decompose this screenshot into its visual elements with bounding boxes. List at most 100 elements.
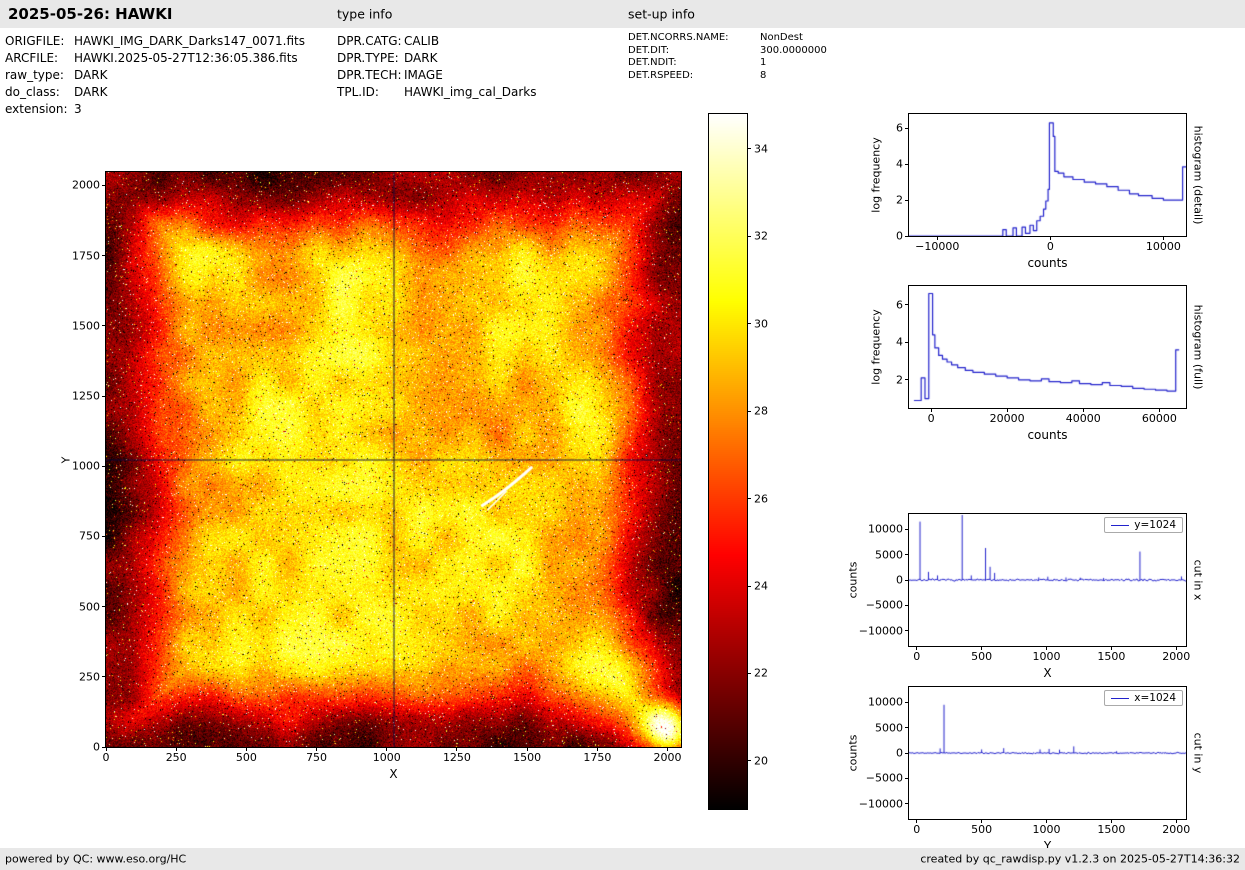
x-tick-label: 500 <box>971 823 993 836</box>
det-ndit-label: DET.NDIT: <box>628 57 677 68</box>
y-tick-mark <box>905 803 909 805</box>
legend-line-sample <box>1111 524 1130 526</box>
y-tick-mark <box>905 579 909 581</box>
dpr-type-value: DARK <box>404 51 438 65</box>
det-dit-value: 300.0000000 <box>760 44 827 56</box>
legend-line-sample <box>1111 697 1130 699</box>
plot-canvas <box>909 687 1186 819</box>
y-axis-label: log frequency <box>869 137 883 213</box>
plot-canvas <box>909 114 1186 236</box>
y-tick-mark <box>905 163 909 165</box>
x-tick-label: 1000 <box>1032 823 1061 836</box>
plot-canvas <box>709 114 747 809</box>
x-tick-label: 20000 <box>989 412 1025 425</box>
tpl-id-value: HAWKI_img_cal_Darks <box>404 85 537 99</box>
y-tick-mark <box>905 528 909 530</box>
x-tick-label: 1000 <box>372 751 401 764</box>
colorbar-tick-mark <box>747 323 751 325</box>
x-tick-label: 2000 <box>1162 650 1191 663</box>
x-tick-label: 0 <box>102 751 110 764</box>
y-tick-mark <box>905 630 909 632</box>
x-axis-label: counts <box>1027 428 1068 442</box>
x-tick-label: 500 <box>971 650 993 663</box>
y-tick-mark <box>905 604 909 606</box>
y-tick-mark <box>102 325 106 327</box>
colorbar: 20 22 24 26 28 30 32 34 <box>708 113 768 810</box>
colorbar-tick-label: 20 <box>754 754 768 768</box>
y-tick-label: 0 <box>896 573 903 587</box>
det-ncorrs-value: NonDest <box>760 32 803 43</box>
det-rspeed-value: 8 <box>760 69 767 81</box>
y-tick-mark <box>102 184 106 186</box>
type-info-heading: type info <box>337 6 393 22</box>
det-ndit-value: 1 <box>760 57 767 68</box>
y-tick-label: 2 <box>896 373 903 387</box>
x-tick-label: 2000 <box>653 751 682 764</box>
x-axis-label: counts <box>1027 256 1068 270</box>
y-tick-label: 2 <box>896 193 903 207</box>
y-tick-mark <box>102 535 106 537</box>
origfile-value: HAWKI_IMG_DARK_Darks147_0071.fits <box>74 34 305 48</box>
x-tick-label: 60000 <box>1141 412 1177 425</box>
qc-report-page: 2025-05-26: HAWKI type info set-up info … <box>0 0 1245 870</box>
y-tick-mark <box>905 554 909 556</box>
plot-canvas <box>909 514 1186 646</box>
y-tick-mark <box>905 304 909 306</box>
y-tick-label: 0 <box>896 229 903 243</box>
y-tick-mark <box>102 606 106 608</box>
colorbar-tick-mark <box>747 235 751 237</box>
y-tick-mark <box>905 127 909 129</box>
cut-in-y-plot: 0 500 1000 1500 2000 −10000 −5000 0 5000 10000 Yco… <box>847 686 1205 853</box>
det-rspeed-label: DET.RSPEED: <box>628 69 694 81</box>
y-tick-label: 0 <box>896 746 903 760</box>
x-tick-label: 10000 <box>1145 240 1181 253</box>
y-tick-mark <box>905 341 909 343</box>
arcfile-value: HAWKI.2025-05-27T12:36:05.386.fits <box>74 51 298 65</box>
right-axis-label: cut in y <box>1191 732 1205 774</box>
y-tick-label: −5000 <box>865 598 903 612</box>
y-axis-label: counts <box>846 561 860 599</box>
legend-box: y=1024 <box>1104 517 1183 533</box>
colorbar-tick-mark <box>747 148 751 150</box>
extension-label: extension: <box>5 102 68 116</box>
x-axis-label: X <box>1043 666 1052 680</box>
colorbar-tick-mark <box>747 498 751 500</box>
colorbar-tick-mark <box>747 410 751 412</box>
legend-box: x=1024 <box>1104 690 1183 706</box>
x-tick-label: −10000 <box>915 240 960 253</box>
right-axis-label: histogram (full) <box>1191 304 1205 390</box>
y-tick-label: 0 <box>93 740 100 754</box>
x-tick-label: 0 <box>927 412 935 425</box>
y-tick-label: 750 <box>79 529 100 543</box>
y-tick-mark <box>102 395 106 397</box>
y-tick-label: 6 <box>896 298 903 312</box>
colorbar-tick-mark <box>747 585 751 587</box>
x-tick-label: 1750 <box>583 751 612 764</box>
raw-type-value: DARK <box>74 68 108 82</box>
y-tick-mark <box>102 255 106 257</box>
header-bar: 2025-05-26: HAWKI type info set-up info <box>0 0 1245 28</box>
colorbar-tick-label: 30 <box>754 317 768 331</box>
y-axis-label: counts <box>846 734 860 772</box>
cut-in-x-plot: 0 500 1000 1500 2000 −10000 −5000 0 5000 10000 Xco… <box>847 513 1205 680</box>
x-tick-label: 2000 <box>1162 823 1191 836</box>
x-tick-label: 750 <box>306 751 328 764</box>
arcfile-label: ARCFILE: <box>5 51 59 65</box>
x-tick-label: 40000 <box>1065 412 1101 425</box>
footer-left-text: powered by QC: www.eso.org/HC <box>5 852 187 866</box>
y-tick-label: 10000 <box>868 522 903 536</box>
x-tick-label: 1250 <box>442 751 471 764</box>
legend-label: x=1024 <box>1134 692 1176 704</box>
colorbar-tick-label: 24 <box>754 579 768 593</box>
dpr-type-label: DPR.TYPE: <box>337 51 399 65</box>
y-tick-mark <box>905 752 909 754</box>
y-tick-label: 10000 <box>868 695 903 709</box>
y-tick-mark <box>905 379 909 381</box>
y-tick-label: 2000 <box>72 178 100 192</box>
do-class-label: do_class: <box>5 85 60 99</box>
y-tick-mark <box>905 199 909 201</box>
colorbar-tick-label: 22 <box>754 666 768 680</box>
footer-bar: powered by QC: www.eso.org/HC created by… <box>0 848 1245 870</box>
dpr-catg-label: DPR.CATG: <box>337 34 402 48</box>
detector-image-plot: 0 250 500 750 1000 1250 1500 1750 2000 0 250 500 750… <box>60 171 682 781</box>
